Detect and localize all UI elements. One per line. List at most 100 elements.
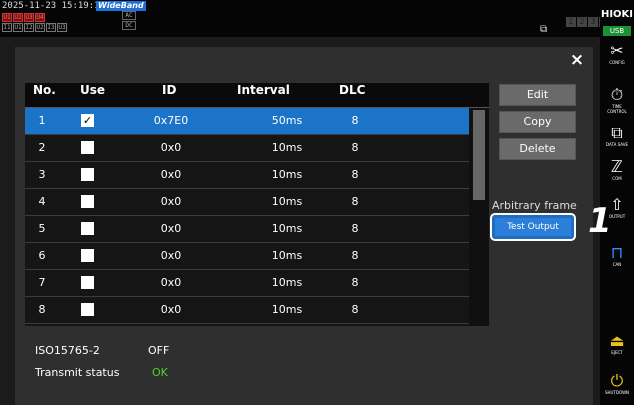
iso-label: ISO15765-2: [35, 344, 100, 357]
table-row[interactable]: 3 0x0 10ms 8: [25, 162, 469, 189]
row-interval: 10ms: [271, 222, 303, 235]
copy-button[interactable]: Copy: [499, 111, 576, 133]
col-no: No.: [33, 83, 56, 97]
row-dlc: 8: [351, 195, 359, 208]
shutdown-icon: ⏻: [610, 371, 624, 390]
brand-logo: HIOKI: [600, 9, 634, 20]
table-row[interactable]: 4 0x0 10ms 8: [25, 189, 469, 216]
row-number: 7: [38, 276, 46, 289]
table-row[interactable]: 6 0x0 10ms 8: [25, 243, 469, 270]
use-checkbox[interactable]: [81, 303, 94, 316]
table-row[interactable]: 2 0x0 10ms 8: [25, 135, 469, 162]
row-id: 0x0: [160, 249, 182, 262]
scrollbar-thumb[interactable]: [473, 110, 485, 200]
table-scrollbar[interactable]: [469, 108, 489, 326]
col-dlc: DLC: [339, 83, 366, 97]
row-interval: 10ms: [271, 276, 303, 289]
can-icon: ⊓: [610, 243, 624, 262]
col-use: Use: [80, 83, 106, 97]
channel-indicator: U1: [2, 13, 12, 22]
use-checkbox[interactable]: ✓: [81, 114, 94, 127]
edit-button[interactable]: Edit: [499, 84, 576, 106]
row-dlc: 8: [351, 276, 359, 289]
timestamp: 2025-11-23 15:19:11: [2, 1, 105, 11]
delete-button[interactable]: Delete: [499, 138, 576, 160]
time-control-button[interactable]: ⏱ TIME CONTROL: [602, 85, 632, 115]
table-row[interactable]: 8 0x0 10ms 8: [25, 297, 469, 324]
use-checkbox[interactable]: [81, 276, 94, 289]
channel-indicator: U2: [35, 23, 45, 32]
channel-indicator: U3: [24, 13, 34, 22]
channel-indicator: I2: [24, 23, 34, 32]
table-row[interactable]: 5 0x0 10ms 8: [25, 216, 469, 243]
row-number: 1: [38, 114, 46, 127]
row-number: 2: [38, 141, 46, 154]
eject-button[interactable]: ⏏ EJECT: [602, 331, 632, 356]
row-dlc: 8: [351, 303, 359, 316]
arbitrary-frame-label: Arbitrary frame: [492, 199, 577, 212]
row-id: 0x0: [160, 276, 182, 289]
side-button-label: CONFIG: [609, 60, 625, 65]
close-button[interactable]: ×: [567, 50, 587, 70]
status-bar: 2025-11-23 15:19:11 WideBand U1 U2 U3 U4 I1…: [0, 0, 609, 37]
row-dlc: 8: [351, 222, 359, 235]
transmit-status-label: Transmit status: [35, 366, 120, 379]
row-number: 6: [38, 249, 46, 262]
data-save-button[interactable]: ⧉ DATA SAVE: [602, 123, 632, 148]
test-output-label: Test Output: [495, 218, 571, 236]
usb-indicator: USB: [603, 26, 631, 36]
config-button[interactable]: ✂ CONFIG: [602, 42, 632, 66]
ac-dc-label: DC: [122, 21, 136, 30]
com-button[interactable]: ℤ COM: [602, 157, 632, 182]
col-id: ID: [162, 83, 177, 97]
page-indicator: 2: [577, 17, 587, 27]
step-marker: 1: [588, 201, 612, 241]
com-icon: ℤ: [611, 157, 623, 176]
time-control-icon: ⏱: [610, 85, 624, 104]
row-interval: 50ms: [271, 114, 303, 127]
channel-indicator: U1: [13, 23, 23, 32]
side-button-label: DATA SAVE: [606, 142, 628, 147]
side-button-label: SHUTDOWN: [604, 390, 630, 395]
shutdown-button[interactable]: ⏻ SHUTDOWN: [602, 371, 632, 396]
table-header: No. Use ID Interval DLC: [25, 83, 489, 108]
side-button-label: EJECT: [611, 350, 623, 355]
table-row[interactable]: 1 ✓ 0x7E0 50ms 8: [25, 108, 469, 135]
row-interval: 10ms: [271, 249, 303, 262]
row-dlc: 8: [351, 114, 359, 127]
table-row[interactable]: 7 0x0 10ms 8: [25, 270, 469, 297]
use-checkbox[interactable]: [81, 222, 94, 235]
eject-icon: ⏏: [609, 331, 625, 350]
side-button-label: TIME CONTROL: [607, 104, 627, 114]
side-button-label: CAN: [612, 262, 622, 267]
row-number: 5: [38, 222, 46, 235]
row-id: 0x0: [160, 168, 182, 181]
side-button-label: COM: [612, 176, 622, 181]
row-id: 0x0: [160, 222, 182, 235]
data-save-icon: ⧉: [611, 123, 623, 142]
channel-indicator: U3: [57, 23, 67, 32]
channel-indicator: I1: [2, 23, 12, 32]
ac-dc-label: AC: [122, 11, 136, 20]
row-id: 0x0: [160, 195, 182, 208]
use-checkbox[interactable]: [81, 168, 94, 181]
channel-range-indicators: I1 U1 I2 U2 I3 U3: [2, 23, 67, 32]
row-id: 0x7E0: [153, 114, 189, 127]
row-interval: 10ms: [271, 141, 303, 154]
test-output-button[interactable]: Test Output: [490, 213, 576, 241]
ac-dc-indicator: AC DC: [122, 11, 136, 31]
transmit-status-value: OK: [152, 366, 168, 379]
use-checkbox[interactable]: [81, 249, 94, 262]
row-dlc: 8: [351, 168, 359, 181]
channel-indicator: U4: [35, 13, 45, 22]
channel-indicator: U2: [13, 13, 23, 22]
page-indicator: 3: [588, 17, 598, 27]
wideband-badge: WideBand: [96, 1, 146, 11]
network-icon: ⧉: [540, 24, 548, 35]
can-button[interactable]: ⊓ CAN: [602, 243, 632, 268]
row-dlc: 8: [351, 141, 359, 154]
row-interval: 10ms: [271, 168, 303, 181]
use-checkbox[interactable]: [81, 141, 94, 154]
row-number: 3: [38, 168, 46, 181]
use-checkbox[interactable]: [81, 195, 94, 208]
